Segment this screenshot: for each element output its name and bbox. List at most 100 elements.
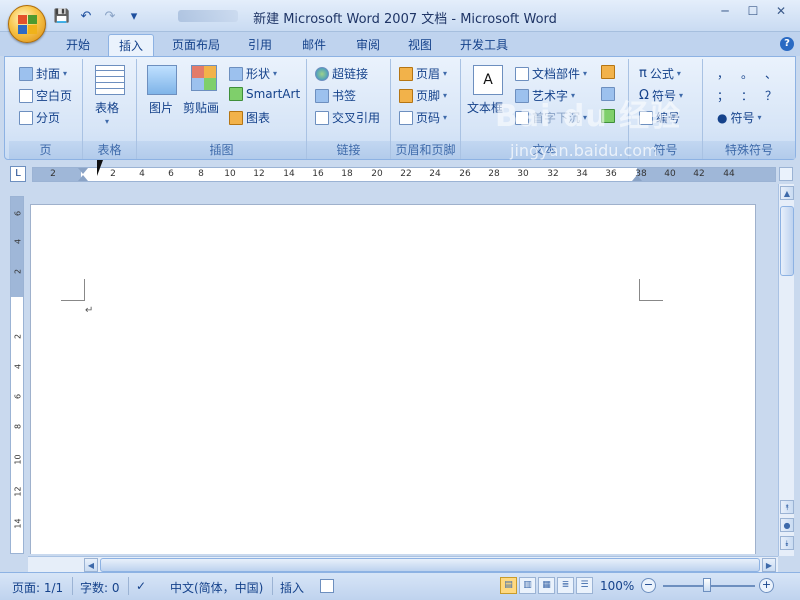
header-icon	[399, 66, 413, 81]
tab-view[interactable]: 视图	[398, 34, 442, 56]
redo-icon[interactable]: ↷	[100, 7, 120, 25]
maximize-icon[interactable]: ☐	[740, 2, 766, 20]
tab-developer[interactable]: 开发工具	[452, 34, 516, 56]
clipart-icon[interactable]	[191, 65, 217, 91]
smartart-button[interactable]: SmartArt	[229, 87, 300, 101]
tab-home[interactable]: 开始	[56, 34, 100, 56]
scroll-right-button[interactable]: ▶	[762, 558, 776, 572]
ruler-tick: 24	[429, 169, 441, 179]
next-page-button[interactable]: ⯯	[780, 536, 794, 550]
special-char-semicolon[interactable]: ；	[717, 87, 729, 104]
equation-button[interactable]: π 公式 ▾	[639, 65, 681, 82]
ruler-tick: 14	[13, 518, 23, 529]
cover-page-button[interactable]: 封面 ▾	[19, 65, 67, 82]
header-button[interactable]: 页眉 ▾	[399, 65, 447, 82]
zoom-slider-thumb[interactable]	[703, 578, 711, 592]
page-break-button[interactable]: 分页	[19, 109, 60, 126]
ribbon: 封面 ▾ 空白页 分页 页 表格 ▾ 表格 图片 剪贴画 形状 ▾ SmartArt…	[4, 56, 796, 160]
bookmark-button[interactable]: 书签	[315, 87, 356, 104]
minimize-icon[interactable]: ─	[712, 2, 738, 20]
ruler-tick: 6	[13, 393, 23, 400]
save-icon[interactable]: 💾	[52, 7, 72, 25]
tab-insert[interactable]: 插入	[108, 34, 154, 56]
page-number-icon	[399, 110, 413, 125]
special-symbol-button[interactable]: ● 符号 ▾	[717, 109, 762, 126]
draft-view-icon[interactable]: ☰	[576, 577, 593, 594]
ruler-tick: 4	[139, 169, 145, 179]
scroll-left-button[interactable]: ◀	[84, 558, 98, 572]
picture-button[interactable]: 图片	[149, 99, 173, 116]
full-screen-reading-icon[interactable]: ▥	[519, 577, 536, 594]
vertical-scrollbar[interactable]: ▲ ⯭ ● ⯯	[778, 184, 794, 556]
close-icon[interactable]: ✕	[768, 2, 794, 20]
ruler-tick: 28	[488, 169, 500, 179]
tab-references[interactable]: 引用	[238, 34, 282, 56]
special-char-question[interactable]: ？	[765, 87, 777, 104]
horizontal-scrollbar[interactable]: ◀ ▶	[28, 556, 778, 572]
hyperlink-button[interactable]: 超链接	[315, 65, 368, 82]
page-number-button[interactable]: 页码 ▾	[399, 109, 447, 126]
special-char-comma[interactable]: ，	[717, 65, 729, 82]
zoom-level[interactable]: 100%	[600, 579, 634, 593]
page-count[interactable]: 页面: 1/1	[12, 579, 63, 596]
clipart-button[interactable]: 剪贴画	[183, 99, 219, 116]
quick-parts-button[interactable]: 文档部件 ▾	[515, 65, 587, 82]
shapes-button[interactable]: 形状 ▾	[229, 65, 277, 82]
help-icon[interactable]: ?	[780, 37, 794, 51]
web-layout-icon[interactable]: ▦	[538, 577, 555, 594]
print-layout-view-icon[interactable]: ▤	[500, 577, 517, 594]
horizontal-scroll-thumb[interactable]	[100, 558, 760, 572]
ruler-tick: 34	[576, 169, 588, 179]
bookmark-icon	[315, 88, 329, 103]
smartart-icon	[229, 87, 243, 101]
customize-qat-icon[interactable]: ▾	[124, 7, 144, 25]
outline-view-icon[interactable]: ≣	[557, 577, 574, 594]
language-indicator[interactable]: 中文(简体，中国)	[170, 579, 263, 596]
ruler-tick: 8	[198, 169, 204, 179]
office-button[interactable]	[8, 5, 46, 43]
cross-reference-button[interactable]: 交叉引用	[315, 109, 380, 126]
proofing-icon[interactable]: ✓	[136, 579, 146, 593]
zoom-out-button[interactable]: −	[641, 578, 656, 593]
ruler-tick: 6	[168, 169, 174, 179]
margin-corner-top-right	[639, 279, 663, 301]
word-count[interactable]: 字数: 0	[80, 579, 120, 596]
tab-mailings[interactable]: 邮件	[292, 34, 336, 56]
ruler-tick: 2	[110, 169, 116, 179]
cover-page-icon	[19, 66, 33, 81]
blank-page-button[interactable]: 空白页	[19, 87, 72, 104]
chart-button[interactable]: 图表	[229, 109, 270, 126]
special-char-pause[interactable]: 、	[765, 65, 777, 82]
tab-stop-selector[interactable]: L	[10, 166, 26, 182]
hanging-indent-marker[interactable]	[78, 175, 88, 181]
macro-recording-icon[interactable]	[320, 579, 334, 593]
right-indent-marker[interactable]	[632, 175, 642, 181]
view-ruler-icon[interactable]	[779, 167, 793, 181]
picture-icon[interactable]	[147, 65, 177, 95]
undo-icon[interactable]: ↶	[76, 7, 96, 25]
insert-mode-indicator[interactable]: 插入	[280, 579, 304, 596]
browse-object-button[interactable]: ●	[780, 518, 794, 532]
ruler-tick: 4	[13, 363, 23, 370]
document-page[interactable]: ↵	[30, 204, 756, 554]
special-char-colon[interactable]: ：	[741, 87, 753, 104]
tab-review[interactable]: 审阅	[346, 34, 390, 56]
tab-page-layout[interactable]: 页面布局	[164, 34, 228, 56]
ruler-tick: 12	[253, 169, 265, 179]
blank-page-icon	[19, 88, 33, 103]
scroll-up-button[interactable]: ▲	[780, 186, 794, 200]
first-line-indent-marker[interactable]	[78, 168, 88, 174]
zoom-in-button[interactable]: +	[759, 578, 774, 593]
table-icon[interactable]	[95, 65, 125, 95]
vertical-scroll-thumb[interactable]	[780, 206, 794, 276]
table-button[interactable]: 表格	[95, 99, 119, 116]
horizontal-ruler[interactable]: 2 2 4 6 8 10 12 14 16 18 20 22 24 26 28 …	[32, 167, 776, 182]
signature-line-icon[interactable]	[601, 65, 615, 79]
margin-corner-top-left	[61, 279, 85, 301]
vertical-ruler[interactable]: 6 4 2 2 4 6 8 10 12 14	[10, 196, 24, 554]
footer-button[interactable]: 页脚 ▾	[399, 87, 447, 104]
previous-page-button[interactable]: ⯭	[780, 500, 794, 514]
special-char-period[interactable]: 。	[741, 65, 753, 82]
ruler-tick: 2	[13, 333, 23, 340]
pi-icon: π	[639, 66, 647, 81]
